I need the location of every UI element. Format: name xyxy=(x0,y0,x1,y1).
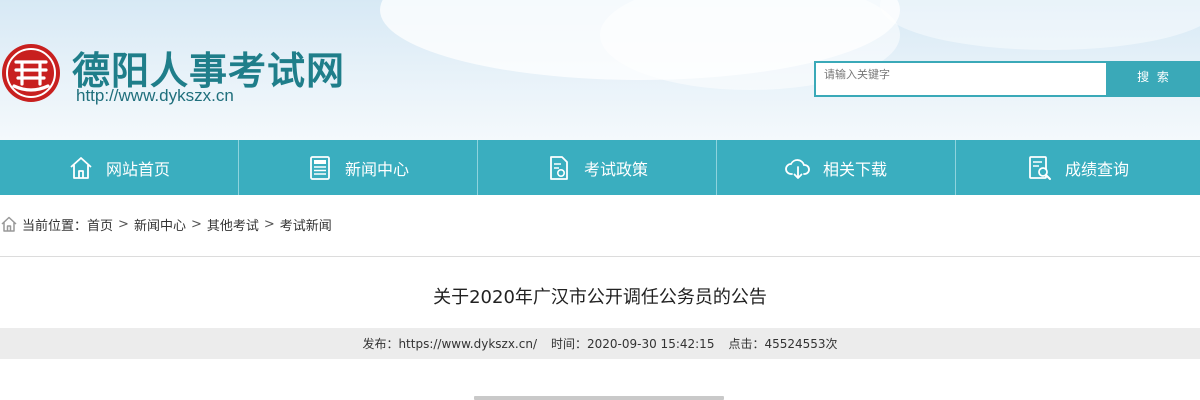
nav-item-label: 新闻中心 xyxy=(344,159,409,179)
meta-clicks: 点击：45524553次 xyxy=(728,337,838,351)
breadcrumb: 当前位置： 首页 > 新闻中心 > 其他考试 > 考试新闻 xyxy=(0,212,332,236)
breadcrumb-separator: > xyxy=(263,216,275,232)
search-button[interactable]: 搜 索 xyxy=(1108,61,1200,97)
cloud-download-icon xyxy=(785,158,810,179)
nav-item-news[interactable]: 新闻中心 xyxy=(239,140,478,195)
breadcrumb-news-center[interactable]: 新闻中心 xyxy=(134,215,186,234)
breadcrumb-separator: > xyxy=(118,216,129,232)
breadcrumb-other-exams[interactable]: 其他考试 xyxy=(207,215,259,234)
article-meta: 发布：https://www.dykszx.cn/ 时间：2020-09-30 … xyxy=(0,328,1200,359)
cloud-decoration xyxy=(880,0,1200,50)
nav-item-home[interactable]: 网站首页 xyxy=(0,140,239,195)
site-url[interactable]: http://www.dykszx.cn xyxy=(76,86,234,106)
divider xyxy=(0,256,1200,257)
nav-item-scores[interactable]: 成绩查询 xyxy=(956,140,1200,195)
nav-item-label: 相关下载 xyxy=(822,159,887,179)
breadcrumb-separator: > xyxy=(190,216,202,232)
nav-item-downloads[interactable]: 相关下载 xyxy=(717,140,956,195)
meta-publisher: 发布：https://www.dykszx.cn/ xyxy=(362,337,537,351)
breadcrumb-exam-news[interactable]: 考试新闻 xyxy=(280,215,332,234)
site-logo-seal-icon[interactable] xyxy=(0,42,62,104)
nav-item-label: 考试政策 xyxy=(583,159,648,179)
policy-icon xyxy=(550,155,568,180)
home-icon xyxy=(70,156,92,179)
nav-item-policy[interactable]: 考试政策 xyxy=(478,140,717,195)
site-header: 德阳人事考试网 http://www.dykszx.cn 搜 索 xyxy=(0,0,1200,140)
nav-item-label: 网站首页 xyxy=(105,159,170,179)
search-results-icon xyxy=(1029,155,1051,180)
meta-time: 时间：2020-09-30 15:42:15 xyxy=(551,337,715,351)
article-title: 关于2020年广汉市公开调任公务员的公告 xyxy=(433,287,767,308)
breadcrumb-prefix: 当前位置： xyxy=(22,218,88,234)
nav-item-label: 成绩查询 xyxy=(1064,159,1129,179)
search-input[interactable] xyxy=(816,63,1106,96)
article-body-cutoff xyxy=(0,393,1200,400)
main-nav: 网站首页 新闻中心 考试政策 相关下载 成绩查询 xyxy=(0,140,1200,195)
home-icon xyxy=(1,216,17,232)
search-box xyxy=(814,61,1108,97)
breadcrumb-home[interactable]: 首页 xyxy=(87,215,113,234)
news-icon xyxy=(310,155,330,180)
